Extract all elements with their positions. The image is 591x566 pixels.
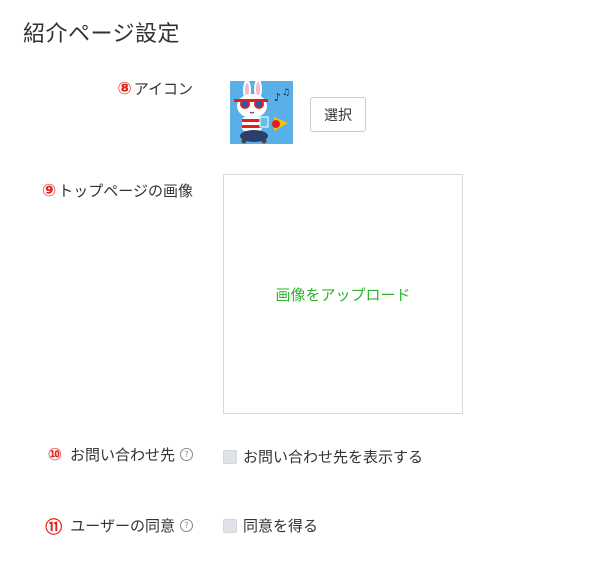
icon-row-label: ⑧ アイコン: [117, 78, 193, 99]
show-contact-option[interactable]: お問い合わせ先を表示する: [223, 446, 423, 467]
contact-label: お問い合わせ先: [69, 446, 175, 464]
top-image-label: トップページの画像: [58, 182, 193, 200]
obtain-consent-option[interactable]: 同意を得る: [223, 515, 318, 536]
rabbit-character-avatar-icon: ♪ ♫: [230, 81, 293, 144]
help-icon[interactable]: ?: [180, 519, 193, 532]
svg-text:♫: ♫: [282, 88, 290, 98]
upload-image-link[interactable]: 画像をアップロード: [275, 284, 410, 305]
image-upload-area[interactable]: 画像をアップロード: [223, 174, 463, 414]
step-number-9: ⑨: [41, 180, 57, 201]
consent-row-label: ⑪ ユーザーの同意 ?: [45, 513, 193, 538]
select-icon-button[interactable]: 選択: [310, 97, 366, 132]
step-number-11: ⑪: [45, 518, 63, 538]
show-contact-checkbox[interactable]: [223, 449, 237, 464]
consent-label: ユーザーの同意: [70, 517, 175, 535]
page-title: 紹介ページ設定: [23, 22, 181, 47]
icon-label: アイコン: [133, 80, 193, 98]
step-number-10: ⑩: [47, 444, 62, 465]
show-contact-checkbox-label: お問い合わせ先を表示する: [243, 448, 424, 466]
help-icon[interactable]: ?: [180, 448, 193, 461]
svg-text:♪: ♪: [274, 91, 281, 104]
step-number-8: ⑧: [117, 78, 132, 99]
contact-row-label: ⑩ お問い合わせ先 ?: [48, 444, 193, 465]
top-image-row-label: ⑨ トップページの画像: [42, 180, 193, 201]
obtain-consent-checkbox[interactable]: [223, 518, 237, 533]
obtain-consent-checkbox-label: 同意を得る: [243, 517, 319, 535]
avatar: ♪ ♫: [230, 81, 293, 144]
